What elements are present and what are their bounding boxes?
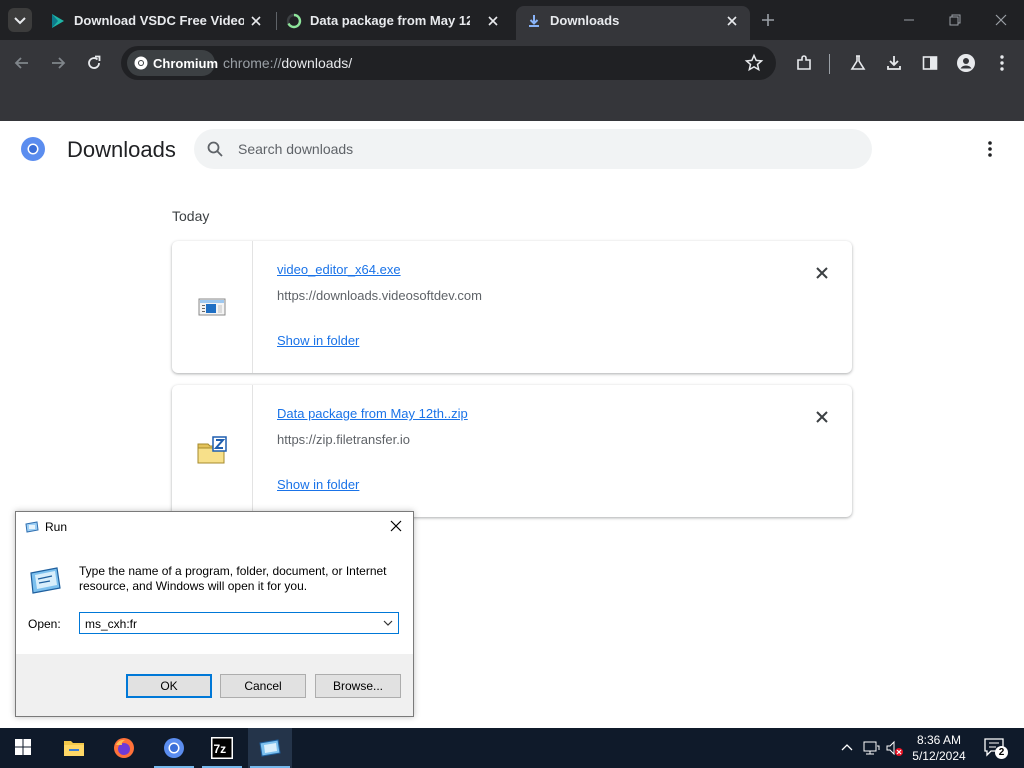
taskbar-file-explorer[interactable] xyxy=(52,728,96,768)
clock-time: 8:36 AM xyxy=(916,733,962,747)
url-path: downloads/ xyxy=(281,55,353,71)
chevron-up-icon[interactable] xyxy=(837,738,857,758)
bookmark-star-icon[interactable] xyxy=(744,53,764,73)
open-label: Open: xyxy=(28,617,61,631)
run-title: Run xyxy=(45,520,68,534)
installer-file-icon xyxy=(198,298,226,316)
download-favicon-icon xyxy=(529,15,539,27)
download-filename-link[interactable]: Data package from May 12th..zip xyxy=(277,406,468,421)
chromium-logo-icon xyxy=(134,56,148,70)
site-chip[interactable]: Chromium xyxy=(127,50,218,76)
more-actions-icon[interactable] xyxy=(980,139,1000,159)
file-icon-column xyxy=(172,241,253,373)
cancel-button[interactable]: Cancel xyxy=(220,674,306,698)
taskbar-7zip[interactable]: 7z xyxy=(200,728,244,768)
side-panel-icon[interactable] xyxy=(920,53,940,73)
show-in-folder-link[interactable]: Show in folder xyxy=(277,477,359,492)
bookmark-bar xyxy=(0,86,1024,121)
run-large-icon xyxy=(30,567,61,594)
chevron-down-icon xyxy=(14,17,26,25)
toolbar-divider xyxy=(829,54,830,74)
run-dialog: Run Type the name of a program, folder, … xyxy=(15,511,414,717)
toolbar: Chromium chrome://downloads/ xyxy=(0,40,1024,86)
file-icon-column xyxy=(172,385,253,517)
download-item: Data package from May 12th..zip https://… xyxy=(172,385,852,517)
clock-date: 5/12/2024 xyxy=(912,749,966,763)
file-explorer-icon xyxy=(64,741,84,756)
reload-icon[interactable] xyxy=(84,53,104,73)
firefox-icon xyxy=(114,738,134,758)
ok-button[interactable]: OK xyxy=(126,674,212,698)
search-icon xyxy=(207,141,223,157)
network-icon[interactable] xyxy=(861,738,881,758)
notification-center[interactable]: 2 xyxy=(983,737,1008,759)
page-title: Downloads xyxy=(67,137,176,162)
window-close-icon[interactable] xyxy=(991,10,1011,30)
zip-folder-icon xyxy=(197,436,227,464)
tab-title: Download VSDC Free Video Ed xyxy=(74,13,244,28)
browser-menu-icon[interactable] xyxy=(992,53,1012,73)
profile-avatar-icon[interactable] xyxy=(956,53,976,73)
open-input[interactable] xyxy=(85,616,365,631)
minimize-icon[interactable] xyxy=(899,10,919,30)
run-icon xyxy=(259,739,281,757)
browse-button[interactable]: Browse... xyxy=(315,674,401,698)
run-description: Type the name of a program, folder, docu… xyxy=(79,564,387,593)
address-bar[interactable]: Chromium chrome://downloads/ xyxy=(121,46,776,80)
remove-download-icon[interactable] xyxy=(812,407,832,427)
download-filename-link[interactable]: video_editor_x64.exe xyxy=(277,262,401,277)
extensions-icon[interactable] xyxy=(794,53,814,73)
taskbar-firefox[interactable] xyxy=(102,728,146,768)
close-tab-icon[interactable] xyxy=(484,12,502,30)
tab-data-package[interactable]: Data package from May 12th. xyxy=(276,6,514,40)
download-item: video_editor_x64.exe https://downloads.v… xyxy=(172,241,852,373)
start-button[interactable] xyxy=(2,728,46,768)
url-text: chrome://downloads/ xyxy=(223,55,352,71)
close-tab-icon[interactable] xyxy=(247,12,265,30)
forward-icon[interactable] xyxy=(48,53,68,73)
taskbar: 7z 8:36 AM 5/12/2024 2 xyxy=(0,728,1024,768)
volume-muted-icon[interactable] xyxy=(884,738,904,758)
run-button-bar: OK Cancel Browse... xyxy=(16,654,413,716)
remove-download-icon[interactable] xyxy=(812,263,832,283)
tab-title: Data package from May 12th. xyxy=(310,13,470,28)
svg-text:7z: 7z xyxy=(214,742,227,756)
taskbar-chromium[interactable] xyxy=(152,728,196,768)
search-downloads[interactable] xyxy=(194,129,872,169)
restore-icon[interactable] xyxy=(945,10,965,30)
tab-title: Downloads xyxy=(550,13,620,28)
site-chip-label: Chromium xyxy=(153,56,218,71)
close-tab-icon[interactable] xyxy=(723,12,741,30)
open-combobox[interactable] xyxy=(79,612,399,634)
run-app-icon xyxy=(25,521,39,533)
new-tab-icon[interactable] xyxy=(759,11,777,29)
tab-strip: Download VSDC Free Video Ed Data package… xyxy=(0,0,1024,40)
notification-count-badge: 2 xyxy=(995,746,1008,759)
download-source-url: https://downloads.videosoftdev.com xyxy=(277,288,482,303)
chromium-logo-icon xyxy=(21,137,45,161)
url-scheme: chrome:// xyxy=(223,55,282,71)
run-titlebar[interactable]: Run xyxy=(16,512,413,542)
back-icon[interactable] xyxy=(12,53,32,73)
search-input[interactable] xyxy=(238,139,838,159)
date-section-label: Today xyxy=(172,208,210,224)
downloads-icon[interactable] xyxy=(884,53,904,73)
chevron-down-icon[interactable] xyxy=(382,617,394,629)
labs-flask-icon[interactable] xyxy=(848,53,868,73)
start-icon xyxy=(15,739,31,755)
tab-vsdc[interactable]: Download VSDC Free Video Ed xyxy=(40,6,275,40)
chromium-icon xyxy=(164,738,184,758)
show-in-folder-link[interactable]: Show in folder xyxy=(277,333,359,348)
close-icon[interactable] xyxy=(388,518,404,534)
download-source-url: https://zip.filetransfer.io xyxy=(277,432,410,447)
tab-search-button[interactable] xyxy=(8,8,32,32)
7zip-icon: 7z xyxy=(211,737,233,759)
vsdc-favicon-icon xyxy=(52,14,64,28)
loading-spinner-icon xyxy=(286,13,302,29)
taskbar-run[interactable] xyxy=(248,728,292,768)
tab-downloads[interactable]: Downloads xyxy=(516,6,750,40)
system-clock[interactable]: 8:36 AM 5/12/2024 xyxy=(905,732,973,764)
